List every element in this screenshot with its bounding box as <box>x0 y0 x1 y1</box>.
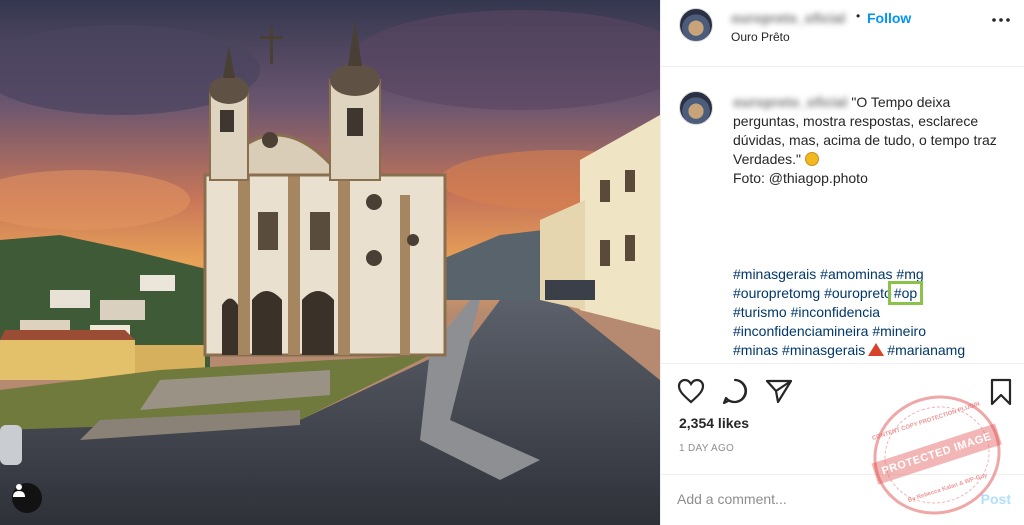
post-caption: ouropreto_oficial "O Tempo deixa pergunta… <box>661 67 1024 363</box>
follow-button[interactable]: Follow <box>867 10 911 26</box>
hashtag-link[interactable]: #inconfidenciamineira <box>733 323 868 339</box>
hashtag-link[interactable]: #ouropretomg <box>733 285 820 301</box>
highlighted-hashtag-link[interactable]: #op <box>887 281 924 305</box>
hashtag-link[interactable]: #turismo <box>733 304 787 320</box>
caption-text-block: ouropreto_oficial "O Tempo deixa pergunta… <box>733 93 1003 188</box>
red-triangle-emoji-icon <box>868 343 885 356</box>
comment-bar: Post <box>661 474 1024 525</box>
post-actions: 2,354 likes 1 DAY AGO <box>661 363 1024 478</box>
post-header: ouropreto_oficial • Follow Ouro Prêto <box>661 0 1024 67</box>
sun-emoji-icon <box>804 152 819 166</box>
post-timestamp[interactable]: 1 DAY AGO <box>679 443 734 454</box>
photo-credit: Foto: @thiagop.photo <box>733 170 868 186</box>
church-photo-illustration <box>0 0 660 525</box>
post-comment-button[interactable]: Post <box>981 491 1011 507</box>
bookmark-icon[interactable] <box>989 378 1013 406</box>
comment-icon[interactable] <box>721 378 749 404</box>
hashtag-link[interactable]: #mineiro <box>872 323 926 339</box>
hashtag-link[interactable]: #minas <box>733 342 778 358</box>
user-icon <box>13 484 25 497</box>
hashtag-link[interactable]: #inconfidencia <box>791 304 881 320</box>
heart-icon[interactable] <box>677 378 705 404</box>
comment-input[interactable] <box>677 487 957 511</box>
hashtag-link[interactable]: #amominas <box>820 266 892 282</box>
post-photo[interactable] <box>0 0 660 525</box>
more-options-icon[interactable] <box>992 18 1010 22</box>
hashtag-link[interactable]: #mg <box>896 266 923 282</box>
author-avatar[interactable] <box>679 8 713 42</box>
hashtag-link[interactable]: #minasgerais <box>782 342 865 358</box>
hashtag-list: #minasgerais #amominas #mg #ouropretomg … <box>733 265 1013 360</box>
author-username[interactable]: ouropreto_oficial <box>731 10 845 26</box>
hashtag-link[interactable]: #marianamg <box>887 342 965 358</box>
caption-username[interactable]: ouropreto_oficial <box>733 93 847 112</box>
post-location[interactable]: Ouro Prêto <box>731 30 790 44</box>
post-side-panel: ouropreto_oficial • Follow Ouro Prêto ou… <box>660 0 1024 525</box>
paper-plane-icon[interactable] <box>765 378 793 404</box>
hashtag-link[interactable]: #ouropreto <box>824 285 892 301</box>
separator-dot: • <box>856 9 861 23</box>
caption-author-avatar[interactable] <box>679 91 713 125</box>
tagged-user-button[interactable] <box>12 483 42 513</box>
hashtag-link[interactable]: #minasgerais <box>733 266 816 282</box>
likes-count[interactable]: 2,354 likes <box>679 415 749 431</box>
